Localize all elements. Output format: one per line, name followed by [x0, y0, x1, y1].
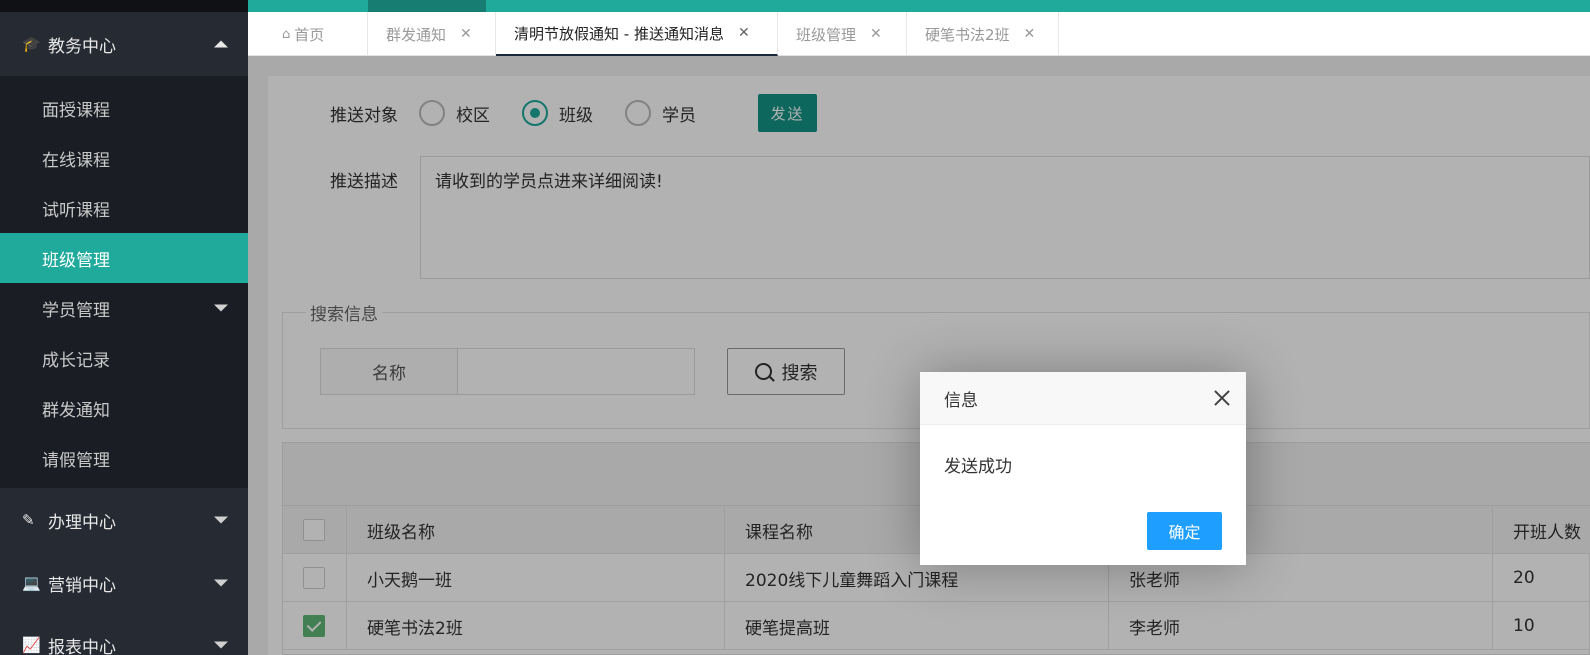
- top-accent-segment: [368, 0, 486, 12]
- chevron-down-icon: [214, 641, 228, 649]
- sidebar-group-reports[interactable]: 📈 报表中心: [0, 614, 248, 655]
- sidebar-item-label: 在线课程: [42, 150, 110, 171]
- tab-label: 清明节放假通知 - 推送通知消息: [514, 24, 724, 43]
- close-icon[interactable]: ✕: [460, 26, 472, 42]
- tab-label: 硬笔书法2班: [925, 25, 1010, 44]
- sidebar-item-label: 群发通知: [42, 400, 110, 421]
- line-chart-icon: 📈: [22, 636, 41, 654]
- tab-label: 首页: [294, 25, 325, 44]
- laptop-icon: 💻: [22, 574, 41, 592]
- graduation-cap-icon: 🎓: [22, 35, 41, 53]
- sidebar-item-label: 面授课程: [42, 100, 110, 121]
- tab-notice-push[interactable]: 清明节放假通知 - 推送通知消息 ✕: [496, 12, 778, 56]
- sidebar-group-label: 教务中心: [48, 36, 116, 57]
- chevron-down-icon: [214, 516, 228, 524]
- sidebar: 🎓 教务中心 面授课程 在线课程 试听课程 班级管理 学员管理 成长记录 群发通…: [0, 0, 248, 655]
- chevron-up-icon: [214, 40, 228, 48]
- tab-group-notice[interactable]: 群发通知 ✕: [368, 12, 496, 56]
- dialog-title: 信息: [944, 390, 978, 411]
- close-icon[interactable]: ✕: [870, 26, 882, 42]
- sidebar-item-label: 成长记录: [42, 350, 110, 371]
- sidebar-item-label: 学员管理: [42, 300, 110, 321]
- tab-home[interactable]: ⌂ 首页: [248, 12, 368, 56]
- info-dialog: 信息 发送成功 确定: [920, 372, 1246, 565]
- close-icon[interactable]: ✕: [738, 25, 750, 41]
- sidebar-item-student-management[interactable]: 学员管理: [0, 283, 248, 333]
- home-icon: ⌂: [282, 26, 291, 42]
- sidebar-item-trial-courses[interactable]: 试听课程: [0, 183, 248, 233]
- sidebar-item-group-notice[interactable]: 群发通知: [0, 383, 248, 433]
- sidebar-item-growth-records[interactable]: 成长记录: [0, 333, 248, 383]
- sidebar-item-label: 请假管理: [42, 450, 110, 471]
- sidebar-item-class-management[interactable]: 班级管理: [0, 233, 248, 283]
- sidebar-item-face-courses[interactable]: 面授课程: [0, 83, 248, 133]
- tab-calligraphy-class[interactable]: 硬笔书法2班 ✕: [907, 12, 1059, 56]
- tab-label: 群发通知: [386, 25, 447, 44]
- sidebar-item-label: 试听课程: [42, 200, 110, 221]
- sidebar-item-online-courses[interactable]: 在线课程: [0, 133, 248, 183]
- sidebar-group-processing[interactable]: ✎ 办理中心: [0, 488, 248, 552]
- sidebar-group-academic[interactable]: 🎓 教务中心: [0, 12, 248, 76]
- tab-class-management[interactable]: 班级管理 ✕: [778, 12, 907, 56]
- sidebar-group-marketing[interactable]: 💻 营销中心: [0, 552, 248, 614]
- confirm-button[interactable]: 确定: [1147, 512, 1222, 550]
- tab-label: 班级管理: [796, 25, 857, 44]
- modal-overlay[interactable]: [248, 56, 1590, 655]
- close-icon[interactable]: ✕: [1024, 26, 1036, 42]
- edit-icon: ✎: [22, 511, 35, 529]
- sidebar-item-leave-management[interactable]: 请假管理: [0, 433, 248, 483]
- sidebar-group-label: 报表中心: [48, 637, 116, 655]
- tab-bar: ⌂ 首页 群发通知 ✕ 清明节放假通知 - 推送通知消息 ✕ 班级管理 ✕ 硬笔…: [248, 12, 1590, 56]
- chevron-down-icon: [214, 579, 228, 587]
- close-icon[interactable]: [1212, 388, 1232, 408]
- sidebar-group-label: 营销中心: [48, 575, 116, 596]
- dialog-message: 发送成功: [944, 457, 1012, 477]
- sidebar-group-label: 办理中心: [48, 512, 116, 533]
- top-accent-bar: [248, 0, 1590, 12]
- sidebar-item-label: 班级管理: [42, 250, 110, 271]
- sidebar-top-strip: [0, 0, 248, 12]
- dialog-header: 信息: [920, 372, 1246, 425]
- chevron-down-icon: [214, 304, 228, 312]
